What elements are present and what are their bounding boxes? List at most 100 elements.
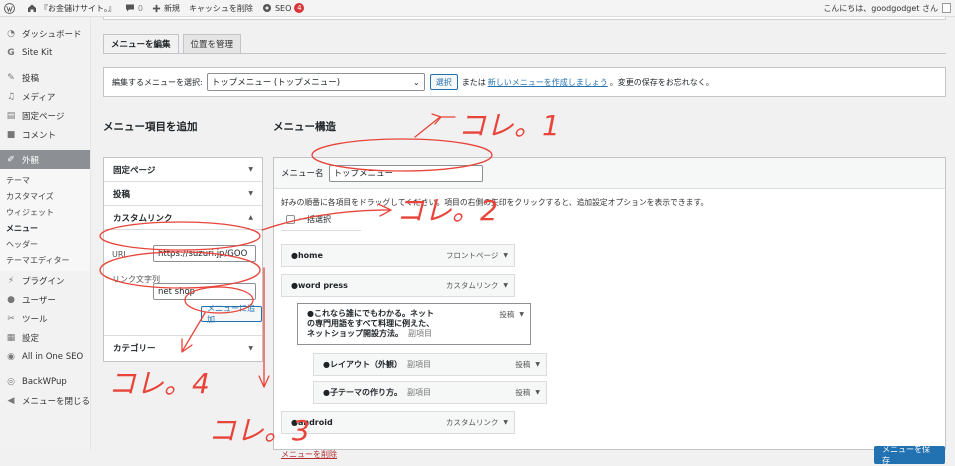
- chevron-up-icon: ▲: [248, 214, 253, 221]
- sidebar-item-label: ダッシュボード: [22, 29, 82, 40]
- chevron-down-icon[interactable]: ▼: [503, 282, 508, 289]
- bulk-select-checkbox[interactable]: [286, 215, 295, 224]
- submenu-themes[interactable]: テーマ: [0, 172, 90, 188]
- seo-label: SEO: [274, 3, 292, 13]
- url-label: URL: [112, 250, 128, 259]
- menu-item-android[interactable]: ●android カスタムリンク ▼: [281, 411, 515, 434]
- sidebar-item-media[interactable]: ♫ メディア: [0, 87, 90, 106]
- submenu-customize[interactable]: カスタマイズ: [0, 188, 90, 204]
- submenu-widgets[interactable]: ウィジェット: [0, 204, 90, 220]
- url-input[interactable]: https://suzuri.jp/GOO: [153, 245, 256, 262]
- accordion-categories[interactable]: カテゴリー ▼: [104, 336, 262, 360]
- sidebar-item-comments[interactable]: ■ コメント: [0, 125, 90, 144]
- main-content: メニューを編集 位置を管理 編集するメニューを選択: トップメニュー (トップメ…: [91, 17, 955, 465]
- menu-item-word-press[interactable]: ●word press カスタムリンク ▼: [281, 274, 515, 297]
- accordion-title: カスタムリンク: [113, 213, 173, 224]
- menu-item-home[interactable]: ●home フロントページ ▼: [281, 244, 515, 267]
- menu-select-dropdown[interactable]: トップメニュー (トップメニュー) ⌄: [206, 73, 425, 91]
- seo-menu-link[interactable]: SEO 4: [262, 3, 305, 13]
- settings-icon: ▦: [6, 332, 16, 343]
- backup-icon: ◎: [7, 376, 15, 387]
- chevron-down-icon[interactable]: ▼: [535, 389, 540, 396]
- sidebar-item-settings[interactable]: ▦ 設定: [0, 328, 90, 347]
- comment-icon: ■: [6, 129, 16, 140]
- sidebar-item-appearance[interactable]: ✐ 外観: [0, 150, 90, 169]
- chevron-down-icon[interactable]: ▼: [519, 311, 524, 318]
- accordion-title: 投稿: [113, 189, 131, 200]
- accordion-posts[interactable]: 投稿 ▼: [104, 182, 262, 206]
- menu-item-child-theme[interactable]: ●子テーマの作り方。 副項目 投稿 ▼: [313, 381, 547, 404]
- select-menu-label: 編集するメニューを選択:: [112, 77, 203, 87]
- sidebar-item-backwpup[interactable]: ◎ BackWPup: [0, 372, 90, 391]
- save-reminder-text: 。変更の保存をお忘れなく。: [609, 77, 714, 87]
- clear-cache-label: キャッシュを削除: [188, 3, 253, 13]
- submenu-theme-editor[interactable]: テーマエディター: [0, 252, 90, 268]
- sidebar-item-tools[interactable]: ✂ ツール: [0, 309, 90, 328]
- chevron-down-icon[interactable]: ▼: [535, 361, 540, 368]
- avatar: [942, 3, 951, 13]
- add-to-menu-button[interactable]: メニューに追加: [201, 304, 262, 324]
- notice-box-edge: [103, 17, 946, 20]
- sidebar-item-collapse[interactable]: ◀ メニューを閉じる: [0, 391, 90, 410]
- admin-bar: 『お金儲けサイト。』 0 新規 キャッシュを削除 SEO 4 こんにちは、goo…: [0, 0, 955, 17]
- seo-gear-icon: [262, 4, 271, 12]
- plus-icon: [152, 4, 161, 12]
- sidebar-item-pages[interactable]: ▤ 固定ページ: [0, 106, 90, 125]
- delete-menu-link[interactable]: メニューを削除: [281, 449, 337, 460]
- sidebar-item-users[interactable]: ● ユーザー: [0, 290, 90, 309]
- chevron-down-icon: ▼: [248, 344, 253, 352]
- bulk-select-label: 一括選択: [299, 215, 331, 224]
- my-account-link[interactable]: こんにちは、goodgodget さん: [823, 3, 951, 14]
- submenu-menus[interactable]: メニュー: [0, 220, 90, 236]
- sub-item-label: 副項目: [408, 329, 432, 338]
- tab-divider: [103, 53, 946, 54]
- collapse-icon: ◀: [7, 395, 15, 406]
- submenu-header[interactable]: ヘッダー: [0, 236, 90, 252]
- new-content-link[interactable]: 新規: [152, 3, 180, 14]
- menu-item-netshop-post[interactable]: ●これなら誰にでもわかる。ネット の専門用語をすべて料理に例えた、 ネットショッ…: [297, 303, 531, 345]
- menu-name-input[interactable]: トップメニュー: [328, 164, 483, 182]
- sidebar-item-plugins[interactable]: ⚡ プラグイン: [0, 271, 90, 290]
- accordion-title: 固定ページ: [113, 165, 156, 176]
- sidebar-item-label: ツール: [22, 314, 48, 325]
- create-menu-link[interactable]: 新しいメニューを作成しましょう: [488, 77, 608, 88]
- chevron-down-icon: ▼: [248, 190, 253, 197]
- sidebar-item-all-in-one-seo[interactable]: ◉ All in One SEO: [0, 347, 90, 366]
- menu-structure-heading: メニュー構造: [273, 121, 336, 133]
- sidebar-item-label: 固定ページ: [22, 111, 65, 122]
- accordion-title: カテゴリー: [113, 344, 156, 354]
- sidebar-item-site-kit[interactable]: G Site Kit: [0, 43, 90, 62]
- select-button[interactable]: 選択: [429, 74, 458, 90]
- wordpress-logo-icon[interactable]: [4, 2, 18, 14]
- menu-item-title: ●android: [291, 418, 333, 427]
- menu-item-layout[interactable]: ●レイアウト（外観） 副項目 投稿 ▼: [313, 353, 547, 376]
- bulk-select-toggle[interactable]: 一括選択: [286, 214, 331, 225]
- menu-item-type: フロントページ: [446, 251, 499, 260]
- menu-item-title-line: ネットショップ開設方法。: [307, 329, 403, 338]
- link-text-input[interactable]: net shop: [153, 283, 256, 300]
- sidebar-item-label: Site Kit: [22, 47, 53, 58]
- save-menu-button[interactable]: メニューを保存: [874, 445, 945, 465]
- clear-cache-link[interactable]: キャッシュを削除: [189, 3, 253, 14]
- chevron-down-icon[interactable]: ▼: [503, 419, 508, 426]
- chevron-down-icon[interactable]: ▼: [503, 252, 508, 259]
- chevron-down-icon: ▼: [248, 166, 253, 173]
- sidebar-item-label: 投稿: [22, 73, 40, 84]
- sidebar-item-posts[interactable]: ✎ 投稿: [0, 68, 90, 87]
- seo-notification-badge: 4: [294, 3, 305, 13]
- accordion-custom-links[interactable]: カスタムリンク ▲: [104, 206, 262, 230]
- tab-manage-locations[interactable]: 位置を管理: [182, 34, 242, 54]
- user-icon: ●: [7, 294, 15, 305]
- sidebar-item-dashboard[interactable]: ◔ ダッシュボード: [0, 24, 90, 43]
- admin-sidebar: ◔ ダッシュボード G Site Kit ✎ 投稿 ♫ メディア ▤ 固定ページ ■ コメン…: [0, 17, 91, 450]
- menu-select-value: トップメニュー (トップメニュー): [211, 78, 341, 88]
- drag-instructions: 好みの順番に各項目をドラッグしてください。項目の右側の矢印をクリックすると、追加…: [281, 198, 709, 207]
- page-icon: ▤: [6, 110, 16, 121]
- menu-structure-panel: メニュー名 トップメニュー 好みの順番に各項目をドラッグしてください。項目の右側…: [273, 157, 946, 465]
- site-name-link[interactable]: 『お金儲けサイト。』: [27, 3, 116, 14]
- accordion-pages[interactable]: 固定ページ ▼: [104, 158, 262, 182]
- site-name: 『お金儲けサイト。』: [40, 3, 116, 13]
- comments-link[interactable]: 0: [125, 3, 143, 13]
- tab-edit-menus[interactable]: メニューを編集: [103, 34, 179, 54]
- sidebar-item-label: BackWPup: [22, 376, 67, 387]
